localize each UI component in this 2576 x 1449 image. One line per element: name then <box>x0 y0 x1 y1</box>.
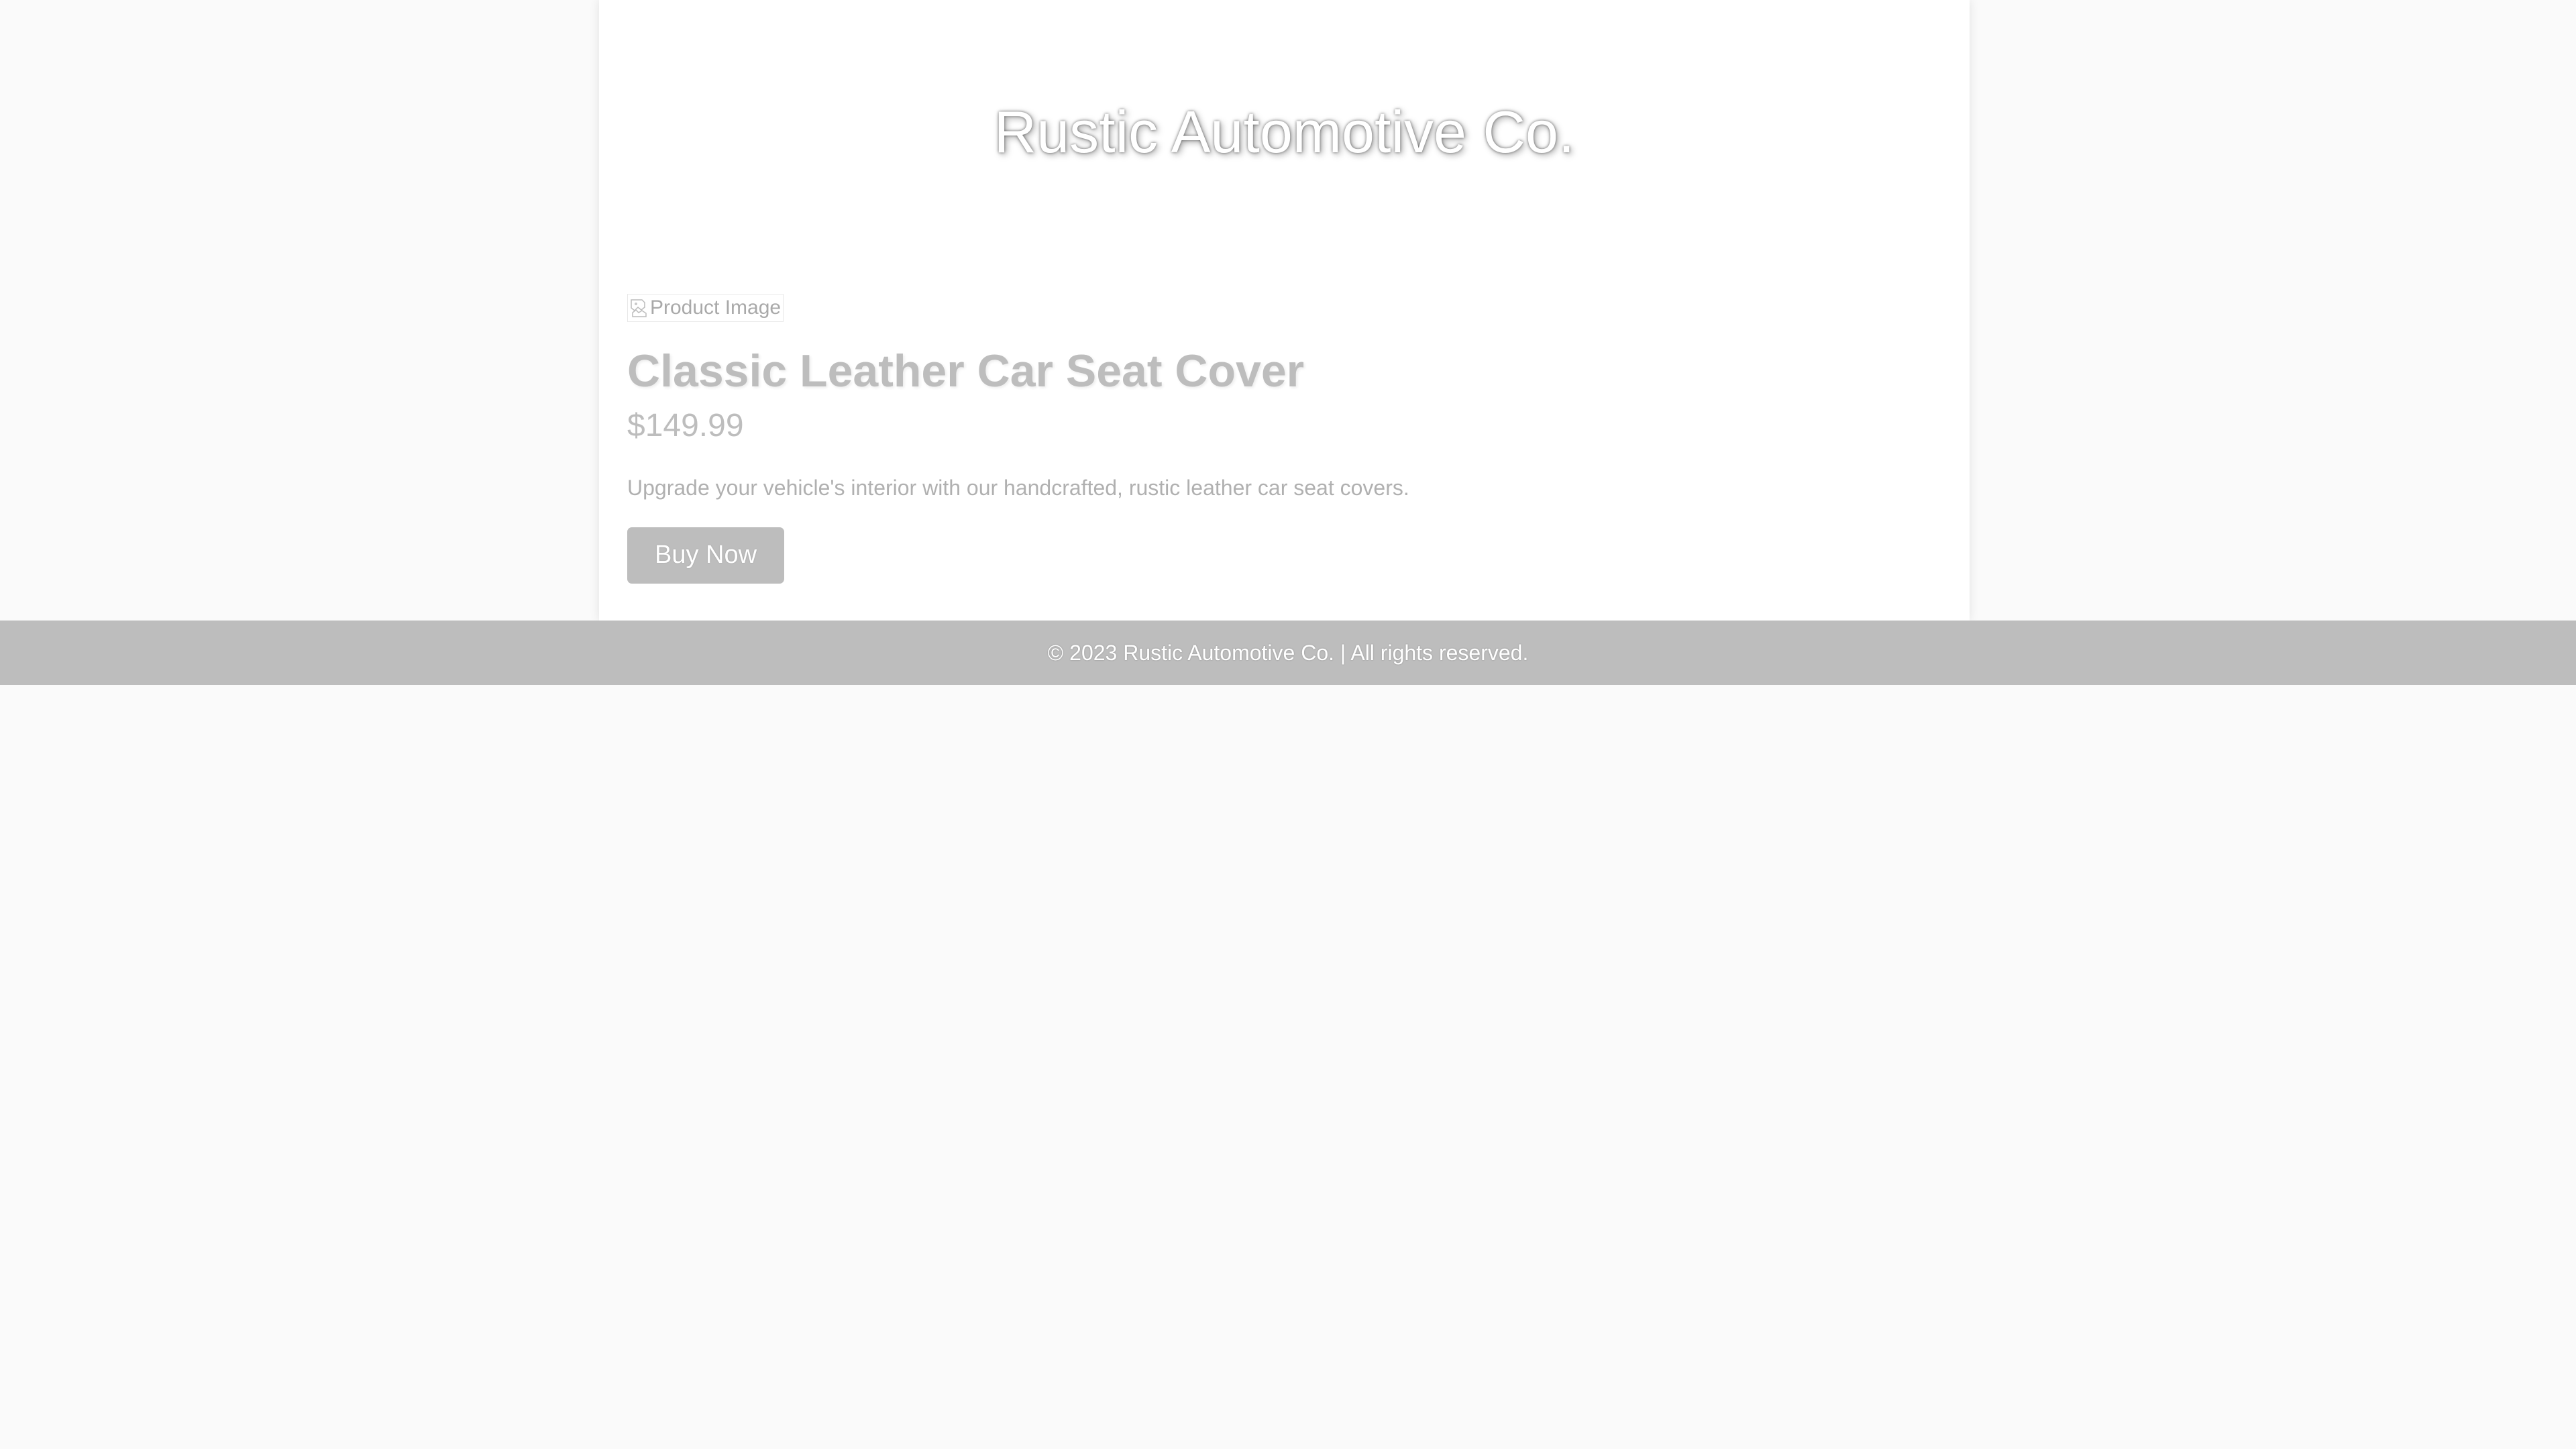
product-image: Product Image <box>627 294 784 322</box>
main-container: Rustic Automotive Co. Product Image Clas… <box>599 0 1970 621</box>
buy-now-button[interactable]: Buy Now <box>627 527 784 584</box>
product-title: Classic Leather Car Seat Cover <box>627 345 1305 396</box>
broken-image-icon <box>630 298 649 318</box>
site-header: Rustic Automotive Co. <box>599 0 1970 268</box>
product-description: Upgrade your vehicle's interior with our… <box>627 475 1409 500</box>
product-price: $149.99 <box>627 407 744 443</box>
footer-copyright: © 2023 Rustic Automotive Co. | All right… <box>1047 640 1529 665</box>
page: Rustic Automotive Co. Product Image Clas… <box>0 0 2576 1449</box>
site-footer: © 2023 Rustic Automotive Co. | All right… <box>0 621 2576 685</box>
product-image-alt-text: Product Image <box>650 297 782 319</box>
site-title: Rustic Automotive Co. <box>994 99 1575 165</box>
product-section: Product Image Classic Leather Car Seat C… <box>627 294 1942 584</box>
